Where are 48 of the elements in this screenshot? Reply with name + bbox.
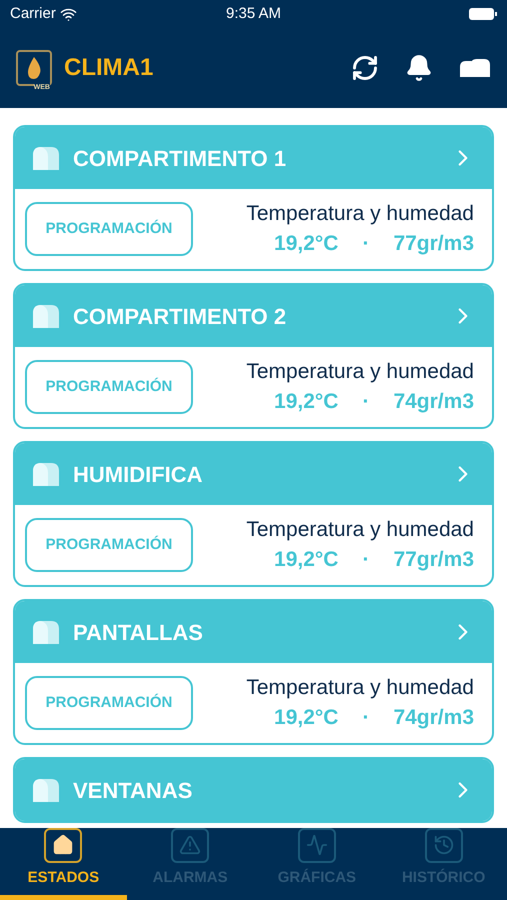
reading-label: Temperatura y humedad (246, 517, 474, 543)
programming-button[interactable]: PROGRAMACIÓN (25, 202, 193, 256)
temperature-value: 19,2°C (274, 389, 338, 415)
reading-label: Temperatura y humedad (246, 359, 474, 385)
compartment-name: HUMIDIFICA (73, 460, 204, 488)
card-header[interactable]: HUMIDIFICA (15, 443, 492, 505)
home-icon (44, 828, 82, 862)
flame-icon (26, 57, 42, 79)
programming-button[interactable]: PROGRAMACIÓN (25, 360, 193, 414)
programming-button[interactable]: PROGRAMACIÓN (25, 518, 193, 572)
humidity-value: 74gr/m3 (393, 705, 474, 731)
carrier-label: Carrier (10, 4, 56, 24)
battery-icon (469, 7, 497, 21)
separator-dot: · (362, 231, 370, 257)
compartment-name: COMPARTIMENTO 2 (73, 302, 288, 330)
compartment-name: VENTANAS (73, 776, 194, 804)
temperature-value: 19,2°C (274, 705, 338, 731)
greenhouse-icon (31, 145, 61, 171)
humidity-value: 74gr/m3 (393, 389, 474, 415)
humidity-value: 77gr/m3 (393, 231, 474, 257)
greenhouses-button[interactable] (459, 58, 491, 78)
refresh-button[interactable] (351, 54, 379, 82)
reading-label: Temperatura y humedad (246, 675, 474, 701)
greenhouse-icon (31, 461, 61, 487)
tab[interactable]: ESTADOS (0, 828, 127, 900)
humidity-value: 77gr/m3 (393, 547, 474, 573)
card-header[interactable]: PANTALLAS (15, 601, 492, 663)
waveform-icon (298, 828, 336, 862)
separator-dot: · (362, 547, 370, 573)
notifications-button[interactable] (405, 54, 433, 82)
reading-label: Temperatura y humedad (246, 201, 474, 227)
compartment-name: COMPARTIMENTO 1 (73, 144, 288, 172)
temperature-value: 19,2°C (274, 547, 338, 573)
separator-dot: · (362, 705, 370, 731)
programming-button[interactable]: PROGRAMACIÓN (25, 676, 193, 730)
card-header[interactable]: COMPARTIMENTO 2 (15, 285, 492, 347)
app-title: CLIMA1 (64, 53, 154, 83)
separator-dot: · (362, 389, 370, 415)
card-header[interactable]: VENTANAS (15, 759, 492, 821)
temperature-value: 19,2°C (274, 231, 338, 257)
greenhouse-icon (31, 303, 61, 329)
card-header[interactable]: COMPARTIMENTO 1 (15, 127, 492, 189)
greenhouse-icon (31, 777, 61, 803)
clock: 9:35 AM (226, 4, 282, 24)
greenhouse-icon (31, 619, 61, 645)
compartment-name: PANTALLAS (73, 618, 204, 646)
history-icon (424, 828, 463, 862)
warning-icon (171, 828, 210, 862)
